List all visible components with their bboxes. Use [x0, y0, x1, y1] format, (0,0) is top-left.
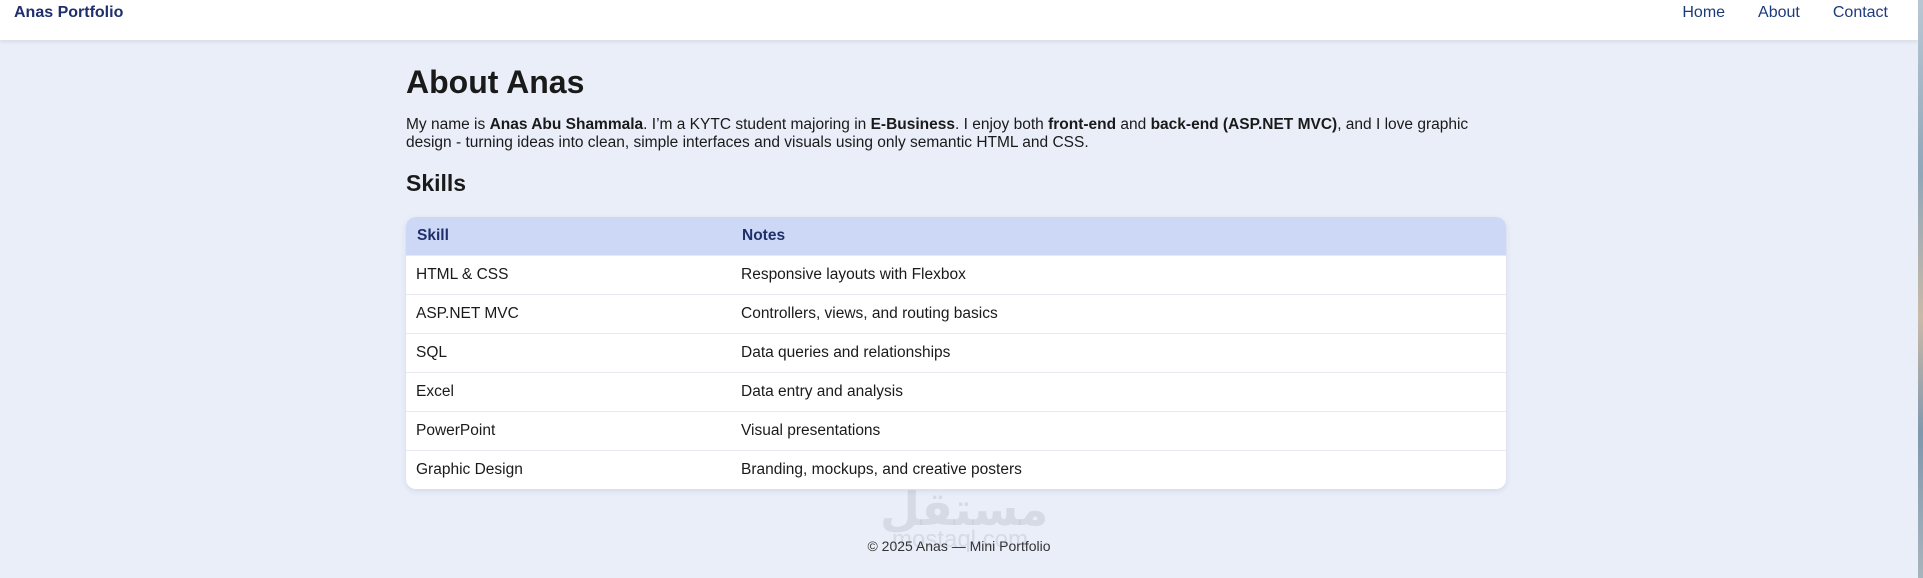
- intro-text-4: and: [1116, 116, 1151, 133]
- notes-cell: Controllers, views, and routing basics: [731, 293, 1506, 333]
- notes-cell: Branding, mockups, and creative posters: [731, 449, 1506, 489]
- skill-cell: HTML & CSS: [406, 254, 731, 294]
- table-header-row: Skill Notes: [406, 217, 1506, 255]
- notes-cell: Responsive layouts with Flexbox: [731, 254, 1506, 294]
- notes-cell: Visual presentations: [731, 410, 1506, 450]
- intro-text-2: . I’m a KYTC student majoring in: [643, 116, 871, 133]
- nav-contact-link[interactable]: Contact: [1833, 4, 1888, 22]
- background-window-edge: [1918, 0, 1923, 578]
- notes-cell: Data entry and analysis: [731, 371, 1506, 411]
- page-footer: © 2025 Anas — Mini Portfolio: [0, 538, 1918, 554]
- notes-cell: Data queries and relationships: [731, 332, 1506, 372]
- skill-cell: Excel: [406, 371, 731, 411]
- intro-text-3: . I enjoy both: [955, 116, 1049, 133]
- intro-major: E-Business: [870, 116, 956, 133]
- nav-links: Home About Contact: [1649, 4, 1888, 22]
- skill-cell: ASP.NET MVC: [406, 293, 731, 333]
- skills-heading: Skills: [406, 170, 467, 196]
- intro-text-1: My name is: [406, 116, 490, 133]
- page: Anas Portfolio Home About Contact About …: [0, 0, 1918, 578]
- page-title: About Anas: [406, 64, 585, 100]
- footer-text: © 2025 Anas — Mini Portfolio: [867, 538, 1051, 554]
- top-navbar: Anas Portfolio Home About Contact: [0, 0, 1918, 40]
- nav-about-link[interactable]: About: [1758, 4, 1800, 22]
- intro-name: Anas Abu Shammala: [489, 116, 644, 133]
- intro-backend: back-end (ASP.NET MVC): [1150, 116, 1338, 133]
- brand-link[interactable]: Anas Portfolio: [14, 4, 123, 22]
- watermark-arabic: مستقل: [880, 482, 1049, 536]
- table-row: Graphic Design Branding, mockups, and cr…: [406, 449, 1506, 489]
- skills-table: Skill Notes HTML & CSS Responsive layout…: [406, 217, 1506, 489]
- table-row: ASP.NET MVC Controllers, views, and rout…: [406, 293, 1506, 333]
- table-row: SQL Data queries and relationships: [406, 332, 1506, 372]
- skill-cell: PowerPoint: [406, 410, 731, 450]
- main-content: About Anas My name is Anas Abu Shammala.…: [406, 60, 1506, 489]
- column-header-notes: Notes: [742, 226, 786, 244]
- skills-table-container: Skill Notes HTML & CSS Responsive layout…: [406, 217, 1506, 489]
- skill-cell: SQL: [406, 332, 731, 372]
- table-row: HTML & CSS Responsive layouts with Flexb…: [406, 254, 1506, 294]
- nav-home-link[interactable]: Home: [1682, 4, 1725, 22]
- intro-frontend: front-end: [1048, 116, 1117, 133]
- table-row: PowerPoint Visual presentations: [406, 410, 1506, 450]
- intro-paragraph: My name is Anas Abu Shammala. I’m a KYTC…: [406, 116, 1506, 152]
- skill-cell: Graphic Design: [406, 449, 731, 489]
- column-header-skill: Skill: [417, 226, 449, 244]
- table-row: Excel Data entry and analysis: [406, 371, 1506, 411]
